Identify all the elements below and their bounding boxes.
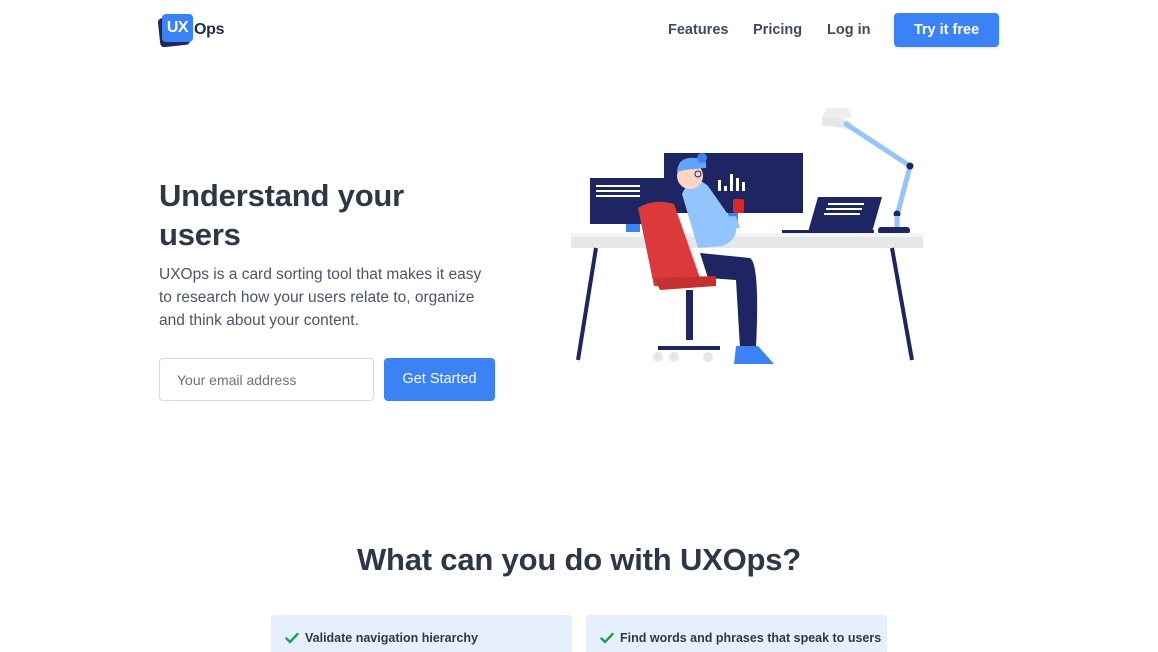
feature-card: Validate navigation hierarchy [271,615,572,652]
get-started-button[interactable]: Get Started [384,358,495,401]
feature-label: Validate navigation hierarchy [305,631,478,645]
nav-link-features[interactable]: Features [668,13,728,47]
try-it-free-button[interactable]: Try it free [894,13,999,47]
hero-description: UXOps is a card sorting tool that makes … [159,266,482,329]
feature-card: Find words and phrases that speak to use… [586,615,887,652]
desk-worker-illustration [571,108,923,364]
hero-title: Understand your users [159,178,405,252]
nav-link-pricing[interactable]: Pricing [753,13,802,47]
feature-label: Find words and phrases that speak to use… [620,631,882,645]
check-icon [600,632,614,644]
nav-link-login[interactable]: Log in [827,13,871,47]
site-header: UX Ops Features Pricing Log in Try it fr… [0,0,1158,62]
email-input[interactable] [159,358,374,401]
features-section-title: What can you do with UXOps? [356,542,802,577]
check-icon [285,632,299,644]
